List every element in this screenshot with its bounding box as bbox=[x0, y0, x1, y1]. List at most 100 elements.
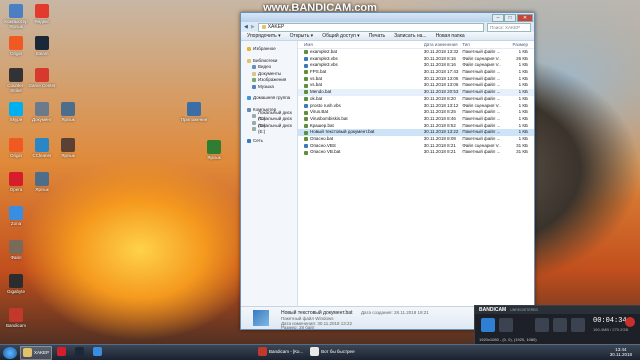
desktop-icon[interactable]: Counter-Strike bbox=[2, 68, 30, 93]
taskbar-button[interactable] bbox=[73, 346, 88, 358]
file-row[interactable]: Опасно.bat 30.11.2018 8:08 Пакетный файл .… bbox=[298, 136, 534, 143]
file-row[interactable]: example3.vbs 30.11.2018 8:16 Файл сценария… bbox=[298, 62, 534, 69]
back-icon[interactable]: ◀ bbox=[244, 24, 248, 30]
desktop-icon[interactable]: Ярлык bbox=[200, 140, 228, 160]
desktop-icon[interactable]: Zona bbox=[2, 206, 30, 226]
new-folder-button[interactable]: Новая папка bbox=[436, 33, 465, 39]
search-input[interactable]: Поиск: XAKEP bbox=[487, 22, 531, 32]
screenshot-button[interactable] bbox=[499, 318, 513, 332]
file-row[interactable]: prosto rush.vbs 30.11.2018 13:12 Файл сцен… bbox=[298, 103, 534, 110]
file-row[interactable]: vs.bat 30.11.2018 13:06 Пакетный файл ... 1… bbox=[298, 82, 534, 89]
file-row[interactable]: ok.bat 30.11.2018 8:20 Пакетный файл ... 1 … bbox=[298, 96, 534, 103]
desktop-icon-label: Компьютер Ярлык bbox=[4, 19, 28, 29]
column-type[interactable]: Тип bbox=[462, 41, 501, 48]
nav-network[interactable]: Сеть bbox=[241, 138, 297, 145]
desktop-icon[interactable]: Ярлык bbox=[54, 102, 82, 122]
file-row[interactable]: FPS.bat 30.11.2018 17:43 Пакетный файл ...… bbox=[298, 69, 534, 76]
rect-mode-button[interactable] bbox=[481, 318, 495, 332]
file-date: 30.11.2018 8:52 bbox=[423, 122, 456, 128]
file-row[interactable]: Mendo.bat 30.11.2018 20:53 Пакетный файл .… bbox=[298, 89, 534, 96]
print-button[interactable]: Печать bbox=[369, 33, 385, 39]
desktop-icon[interactable]: Opera bbox=[2, 172, 30, 192]
file-type: Пакетный файл ... bbox=[462, 82, 501, 88]
desktop-icon[interactable]: Файл bbox=[2, 240, 30, 260]
file-row[interactable]: Опасно VB.bat 30.11.2018 8:21 Пакетный фай… bbox=[298, 149, 534, 156]
file-row[interactable]: example2.bat 30.11.2018 13:32 Пакетный фай… bbox=[298, 49, 534, 56]
app-icon bbox=[61, 102, 75, 116]
desktop-icon[interactable]: Gigabyte bbox=[2, 274, 30, 294]
desktop-icon[interactable]: Яндекс bbox=[28, 4, 56, 24]
details-size: Размер: 28 байт bbox=[281, 325, 315, 330]
taskbar-button[interactable] bbox=[55, 346, 70, 358]
taskbar-button[interactable] bbox=[91, 346, 106, 358]
fullscreen-mode-button[interactable] bbox=[535, 318, 549, 332]
burn-button[interactable]: Записать на... bbox=[394, 33, 426, 39]
title-bar[interactable]: – □ ✕ bbox=[241, 13, 534, 22]
record-button[interactable] bbox=[625, 317, 635, 327]
app-icon bbox=[9, 36, 23, 50]
file-row[interactable]: Крашер.bat 30.11.2018 8:52 Пакетный файл .… bbox=[298, 123, 534, 130]
maximize-button[interactable]: □ bbox=[504, 14, 516, 22]
desktop-icon[interactable]: Origin bbox=[2, 138, 30, 158]
address-input[interactable]: XAKEP bbox=[257, 22, 484, 32]
column-date[interactable]: Дата изменения bbox=[424, 41, 463, 48]
taskbar-button[interactable]: Вот бы быстрее bbox=[308, 346, 356, 358]
tray-clock[interactable]: 13:44 30.11.2018 bbox=[610, 347, 632, 357]
taskbar-button[interactable]: Bandicam - [Ко... bbox=[256, 346, 305, 358]
forward-icon[interactable]: ▶ bbox=[251, 24, 255, 30]
start-button[interactable] bbox=[3, 346, 17, 359]
desktop-icon[interactable]: Steam bbox=[28, 36, 56, 56]
file-type: Файл сценария V... bbox=[462, 55, 501, 61]
desktop-icon-label: CCleaner bbox=[32, 153, 52, 158]
file-name-cell: Крашер.bat bbox=[298, 123, 424, 130]
close-button[interactable]: ✕ bbox=[517, 14, 533, 22]
explorer-window[interactable]: – □ ✕ ◀ ▶ XAKEP Поиск: XAKEP Упорядочить… bbox=[240, 12, 535, 330]
size-label: Размер: bbox=[281, 325, 298, 330]
file-row[interactable]: vs.bat 30.11.2018 13:06 Пакетный файл ... 1… bbox=[298, 76, 534, 83]
desktop-icon[interactable]: CCleaner bbox=[28, 138, 56, 158]
desktop-icon[interactable]: Skype bbox=[2, 102, 30, 122]
column-size[interactable]: Размер bbox=[501, 41, 534, 48]
app-icon bbox=[9, 240, 23, 254]
file-size: 31 КБ bbox=[516, 149, 528, 155]
organize-button[interactable]: Упорядочить ▾ bbox=[247, 33, 281, 39]
desktop-icon[interactable]: Документ bbox=[28, 102, 56, 122]
device-mode-button[interactable] bbox=[553, 318, 567, 332]
file-row[interactable]: example3.vbs 30.11.2018 8:16 Файл сценария… bbox=[298, 56, 534, 63]
file-type: Пакетный файл ... bbox=[462, 89, 501, 95]
minimize-button[interactable]: – bbox=[492, 14, 504, 22]
app-icon bbox=[93, 347, 103, 356]
bandicam-widget[interactable]: BANDICAM UNREGISTERED 00:04:34 160.4MB /… bbox=[474, 305, 640, 345]
taskbar-button[interactable]: XAKEP bbox=[20, 345, 53, 360]
batch-file-icon bbox=[304, 77, 308, 82]
desktop-icon-label: Gigabyte bbox=[6, 289, 25, 294]
file-row[interactable]: Virusbombiskis.bat 30.11.2018 8:46 Пакетны… bbox=[298, 116, 534, 123]
desktop-icon[interactable]: Bandicam bbox=[2, 308, 30, 328]
desktop-icon-label: Steam bbox=[35, 51, 49, 56]
file-row[interactable]: Новый текстовый документ.bat 30.11.2018 1… bbox=[298, 129, 534, 136]
music-icon bbox=[252, 84, 256, 89]
share-button[interactable]: Общий доступ ▾ bbox=[322, 33, 360, 39]
desktop-icon[interactable]: Компьютер Ярлык bbox=[2, 4, 30, 29]
file-row[interactable]: Virus.Bat 30.11.2018 8:25 Пакетный файл ..… bbox=[298, 109, 534, 116]
column-name[interactable]: Имя bbox=[298, 41, 424, 48]
star-icon bbox=[247, 47, 251, 52]
desktop-icon[interactable]: Приложение bbox=[180, 102, 208, 122]
desktop-icon[interactable]: Origin bbox=[2, 36, 30, 56]
file-row[interactable]: Опасно.VBS 30.11.2018 8:21 Файл сценария V… bbox=[298, 143, 534, 150]
open-button[interactable]: Открыть ▾ bbox=[290, 33, 314, 39]
file-type: Пакетный файл ... bbox=[462, 135, 501, 141]
desktop-icon[interactable]: Ярлык bbox=[54, 138, 82, 158]
desktop-icon[interactable]: Ярлык bbox=[28, 172, 56, 192]
app-icon bbox=[57, 347, 67, 356]
address-text: XAKEP bbox=[267, 23, 285, 30]
file-size: 1 КБ bbox=[518, 75, 528, 81]
desktop-icon-label: Файл bbox=[10, 255, 22, 260]
app-icon bbox=[23, 348, 32, 357]
desktop-icon[interactable]: Game Center bbox=[28, 68, 56, 88]
file-name-cell: example3.vbs bbox=[298, 56, 424, 63]
bandicam-titlebar[interactable]: BANDICAM UNREGISTERED bbox=[475, 306, 640, 314]
app-icon bbox=[207, 140, 221, 154]
game-mode-button[interactable] bbox=[571, 318, 585, 332]
file-name-cell: Опасно VB.bat bbox=[298, 149, 424, 156]
